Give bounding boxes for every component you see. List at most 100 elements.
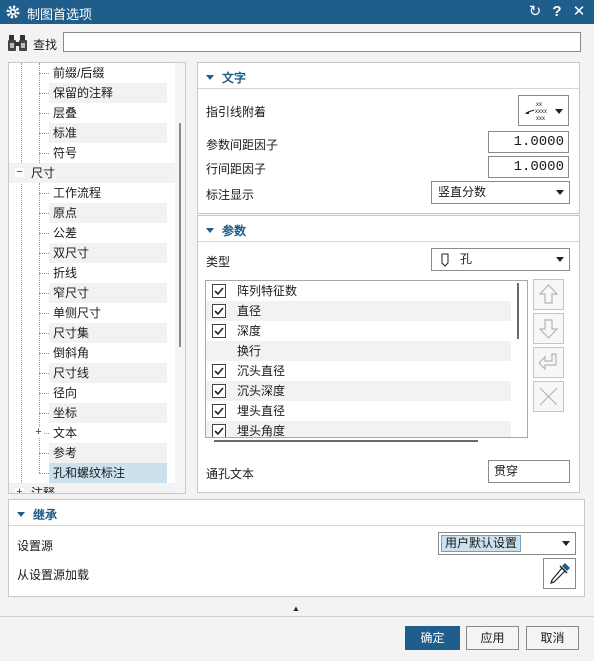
thru-text-field[interactable]: 贯穿: [488, 460, 570, 483]
reset-icon[interactable]: ↻: [527, 3, 543, 21]
list-item[interactable]: 埋头直径: [206, 401, 511, 421]
tree-guide: [39, 293, 49, 294]
param-spacing-label: 参数间距因子: [206, 138, 279, 152]
ok-button[interactable]: 确定: [405, 626, 460, 650]
collapse-node-icon[interactable]: −: [15, 167, 24, 178]
list-item[interactable]: 换行: [206, 341, 511, 361]
load-from-source-button[interactable]: [543, 558, 576, 589]
checkbox[interactable]: [212, 364, 226, 378]
tree-item-label: 保留的注释: [53, 86, 114, 100]
checkbox[interactable]: [212, 404, 226, 418]
move-down-button[interactable]: [533, 313, 564, 344]
checkbox[interactable]: [212, 324, 226, 338]
list-item[interactable]: 阵列特征数: [206, 281, 511, 301]
inherit-section-header[interactable]: 继承: [17, 506, 57, 523]
tree-item[interactable]: 尺寸集: [49, 323, 167, 343]
list-vertical-scrollbar[interactable]: [515, 283, 521, 419]
tree-guide: [39, 273, 49, 274]
tree-item[interactable]: 前缀/后缀: [49, 63, 167, 83]
cancel-button[interactable]: 取消: [526, 626, 579, 650]
list-item-label: 沉头深度: [237, 384, 286, 398]
list-item[interactable]: 深度: [206, 321, 511, 341]
tree-item[interactable]: 公差: [49, 223, 167, 243]
tree-item-label: 坐标: [53, 406, 78, 420]
tree-item[interactable]: 单侧尺寸: [49, 303, 167, 323]
chevron-down-icon: [555, 109, 563, 114]
type-dropdown[interactable]: 孔: [431, 248, 570, 271]
chevron-down-icon: [556, 190, 564, 195]
binoculars-icon: [8, 35, 27, 51]
tree-guide: [39, 253, 49, 254]
tree-item[interactable]: 工作流程: [49, 183, 167, 203]
tree-scrollbar[interactable]: [175, 63, 185, 493]
collapse-arrow-icon[interactable]: ▲: [290, 604, 302, 614]
tree-scroll-thumb[interactable]: [179, 123, 181, 347]
eyedropper-icon: [550, 563, 570, 584]
apply-button[interactable]: 应用: [466, 626, 519, 650]
insert-linebreak-button[interactable]: [533, 347, 564, 378]
tree-item[interactable]: 参考: [49, 443, 167, 463]
preferences-tree: 前缀/后缀 保留的注释 层叠 标准 符号 尺寸 − 工作流程 原点 公差 双尺寸 折线 窄尺寸 单侧尺寸尺…: [8, 62, 186, 494]
tree-item[interactable]: 尺寸: [9, 163, 175, 183]
checkbox[interactable]: [212, 284, 226, 298]
list-item[interactable]: 直径: [206, 301, 511, 321]
tree-item[interactable]: 文本: [49, 423, 167, 443]
tree-item[interactable]: 层叠: [49, 103, 167, 123]
tree-item-label: 窄尺寸: [53, 286, 90, 300]
inherit-section: 继承 设置源 用户默认设置 从设置源加载: [8, 499, 585, 597]
tree-item-label: 注释: [31, 486, 56, 494]
tree-item[interactable]: 尺寸线: [49, 363, 167, 383]
divider: [198, 241, 579, 242]
line-spacing-label: 行间距因子: [206, 162, 267, 176]
help-icon[interactable]: ?: [549, 3, 565, 21]
tree-item-label: 参考: [53, 446, 78, 460]
tree-item-label: 文本: [53, 426, 78, 440]
leader-attach-dropdown[interactable]: xx xxxx xxx: [518, 95, 569, 126]
tree-item[interactable]: 符号: [49, 143, 167, 163]
tree-item[interactable]: 双尺寸: [49, 243, 167, 263]
tree-item-label: 层叠: [53, 106, 78, 120]
leader-attach-label: 指引线附着: [206, 105, 267, 119]
tree-guide: [39, 63, 40, 163]
search-input[interactable]: [63, 32, 581, 52]
tree-item[interactable]: 注释: [9, 483, 175, 494]
text-section: 文字 指引线附着 xx xxxx xxx 参数间距因子 1.0000 行间距因子…: [197, 62, 580, 214]
source-value: 用户默认设置: [441, 535, 522, 552]
type-value: 孔: [460, 252, 473, 266]
tree-item-label: 径向: [53, 386, 78, 400]
tree-guide: [39, 333, 49, 334]
tree-item[interactable]: 原点: [49, 203, 167, 223]
close-icon[interactable]: ✕: [571, 3, 587, 21]
tree-item[interactable]: 保留的注释: [49, 83, 167, 103]
list-horizontal-scroll-thumb[interactable]: [214, 440, 478, 442]
display-dropdown[interactable]: 竖直分数: [431, 181, 570, 204]
checkbox[interactable]: [212, 384, 226, 398]
param-spacing-field[interactable]: 1.0000: [488, 131, 569, 153]
list-item[interactable]: 埋头角度: [206, 421, 511, 437]
tree-guide: [39, 353, 49, 354]
source-dropdown[interactable]: 用户默认设置: [438, 532, 576, 555]
expand-node-icon[interactable]: +: [34, 427, 43, 438]
tree-item[interactable]: 径向: [49, 383, 167, 403]
text-section-header[interactable]: 文字: [206, 69, 246, 86]
tree-item[interactable]: 坐标: [49, 403, 167, 423]
display-label: 标注显示: [206, 188, 255, 202]
list-scroll-thumb[interactable]: [517, 283, 519, 339]
svg-text:xxxx: xxxx: [535, 109, 547, 115]
delete-icon: [539, 387, 558, 406]
tree-item[interactable]: 窄尺寸: [49, 283, 167, 303]
list-item[interactable]: 沉头直径: [206, 361, 511, 381]
param-section-header[interactable]: 参数: [206, 222, 246, 239]
tree-item-label: 倒斜角: [53, 346, 90, 360]
list-item[interactable]: 沉头深度: [206, 381, 511, 401]
tree-item[interactable]: 标准: [49, 123, 167, 143]
delete-button[interactable]: [533, 381, 564, 412]
tree-item[interactable]: 倒斜角: [49, 343, 167, 363]
checkbox[interactable]: [212, 304, 226, 318]
move-up-button[interactable]: [533, 279, 564, 310]
expand-node-icon[interactable]: +: [15, 487, 24, 493]
tree-item[interactable]: 孔和螺纹标注: [49, 463, 167, 483]
checkbox[interactable]: [212, 424, 226, 437]
line-spacing-field[interactable]: 1.0000: [488, 156, 569, 178]
tree-item[interactable]: 折线: [49, 263, 167, 283]
